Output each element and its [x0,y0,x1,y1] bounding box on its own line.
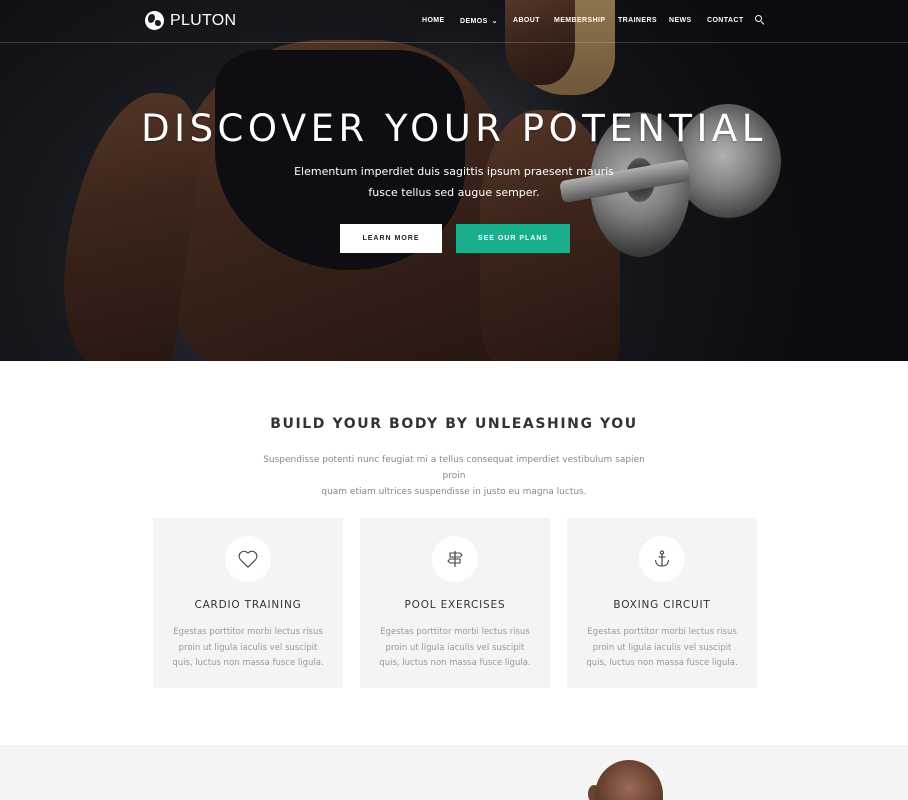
nav-item-news[interactable]: NEWS [669,17,692,24]
feature-card-text-line: quis, luctus non massa fusce ligula. [379,658,531,668]
feature-card-title: BOXING CIRCUIT [613,599,711,611]
search-icon[interactable] [755,15,765,26]
feature-card-text-line: Egestas porttitor morbi lectus risus [173,627,323,637]
feature-card-text-line: quis, luctus non massa fusce ligula. [172,658,324,668]
nav-item-demos-label: DEMOS [460,18,488,25]
feature-card-text-line: proin ut ligula iaculis vel suscipit [178,642,318,653]
learn-more-button[interactable]: LEARN MORE [340,224,442,253]
anchor-icon [639,536,685,582]
hero-subtitle-line: Elementum imperdiet duis sagittis ipsum … [294,165,614,178]
top-navigation: PLUTON HOME DEMOS ⌄ ABOUT MEMBERSHIP TRAI… [0,0,908,43]
feature-card-text: Egestas porttitor morbi lectus risus pro… [372,625,538,672]
nav-item-membership[interactable]: MEMBERSHIP [554,17,605,24]
next-section [0,745,908,800]
features-description: Suspendisse potenti nunc feugiat mi a te… [254,452,654,500]
signpost-icon [432,536,478,582]
see-our-plans-button[interactable]: SEE OUR PLANS [456,224,570,253]
trainer-image [595,760,663,800]
features-title: BUILD YOUR BODY BY UNLEASHING YOU [270,416,638,432]
nav-item-about[interactable]: ABOUT [513,17,540,24]
feature-card-text: Egestas porttitor morbi lectus risus pro… [579,625,745,672]
feature-card-text-line: Egestas porttitor morbi lectus risus [380,627,530,637]
nav-item-contact[interactable]: CONTACT [707,17,744,24]
feature-card-boxing[interactable]: BOXING CIRCUIT Egestas porttitor morbi l… [567,518,757,688]
feature-card-text-line: proin ut ligula iaculis vel suscipit [385,642,525,653]
hero-section: PLUTON HOME DEMOS ⌄ ABOUT MEMBERSHIP TRAI… [0,0,908,361]
hero-subtitle-line: fusce tellus sed augue semper. [368,186,540,199]
feature-card-title: CARDIO TRAINING [194,599,302,611]
features-description-line: Suspendisse potenti nunc feugiat mi a te… [263,455,645,481]
nav-item-home[interactable]: HOME [422,17,445,24]
chevron-down-icon: ⌄ [491,18,498,25]
feature-card-text-line: proin ut ligula iaculis vel suscipit [592,642,732,653]
feature-card-title: POOL EXERCISES [404,599,506,611]
nav-item-trainers[interactable]: TRAINERS [618,17,657,24]
feature-card-text-line: quis, luctus non massa fusce ligula. [586,658,738,668]
heart-icon [225,536,271,582]
hero-title: DISCOVER YOUR POTENTIAL [141,107,767,150]
feature-card-pool[interactable]: POOL EXERCISES Egestas porttitor morbi l… [360,518,550,688]
feature-card-text-line: Egestas porttitor morbi lectus risus [587,627,737,637]
feature-card-text: Egestas porttitor morbi lectus risus pro… [165,625,331,672]
features-description-line: quam etiam ultrices suspendisse in justo… [321,487,587,497]
feature-card-cardio[interactable]: CARDIO TRAINING Egestas porttitor morbi … [153,518,343,688]
main-menu: HOME DEMOS ⌄ ABOUT MEMBERSHIP TRAINERS NE… [0,17,908,27]
nav-item-demos[interactable]: DEMOS ⌄ [460,17,498,25]
hero-subtitle: Elementum imperdiet duis sagittis ipsum … [254,161,654,203]
